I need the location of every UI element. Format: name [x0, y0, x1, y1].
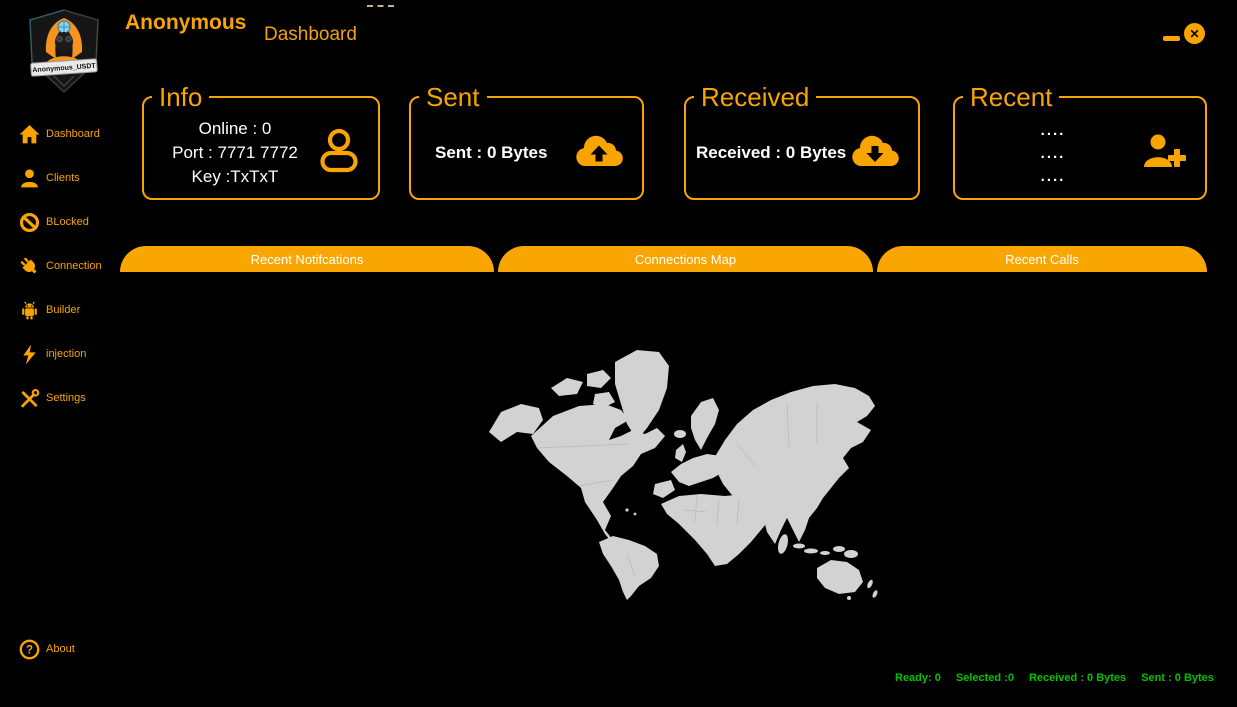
sent-value: Sent : 0 Bytes: [421, 143, 572, 163]
sidebar-item-label: injection: [46, 348, 86, 360]
sidebar-item-label: Builder: [46, 304, 80, 316]
block-icon: [18, 211, 40, 233]
received-card-legend: Received: [694, 84, 816, 110]
user-plus-icon: [1141, 132, 1189, 175]
plug-icon: [18, 255, 40, 277]
tab-recent-notifications[interactable]: Recent Notifcations: [120, 246, 494, 272]
sent-card: Sent Sent : 0 Bytes: [409, 84, 644, 200]
received-card: Received Received : 0 Bytes: [684, 84, 920, 200]
sidebar-item-dashboard[interactable]: Dashboard: [18, 122, 128, 146]
status-selected: Selected :0: [956, 672, 1014, 684]
sidebar-item-clients[interactable]: Clients: [18, 166, 128, 190]
home-icon: [18, 123, 40, 145]
status-sent: Sent : 0 Bytes: [1141, 672, 1214, 684]
recent-row: ....: [965, 142, 1141, 165]
app-logo: Anonymous_USDT: [18, 6, 110, 96]
info-card: Info Online : 0 Port : 7771 7772 Key :Tx…: [142, 84, 380, 200]
tab-connections-map[interactable]: Connections Map: [498, 246, 873, 272]
tools-icon: [18, 387, 40, 409]
online-count: Online : 0: [154, 117, 316, 141]
tab-indicator: [367, 5, 394, 7]
status-bar: Ready: 0 Selected :0 Received : 0 Bytes …: [895, 672, 1214, 684]
sidebar-item-label: BLocked: [46, 216, 89, 228]
sidebar-item-label: Connection: [46, 260, 102, 272]
cloud-download-icon: [848, 132, 902, 175]
sidebar-item-about[interactable]: ? About: [18, 637, 128, 661]
status-ready: Ready: 0: [895, 672, 941, 684]
port-value: Port : 7771 7772: [154, 141, 316, 165]
sidebar-item-settings[interactable]: Settings: [18, 386, 128, 410]
recent-row: ....: [965, 165, 1141, 188]
sidebar-item-builder[interactable]: Builder: [18, 298, 128, 322]
recent-card-legend: Recent: [963, 84, 1059, 110]
recent-row: ....: [965, 119, 1141, 142]
recent-card: Recent .... .... ....: [953, 84, 1207, 200]
status-received: Received : 0 Bytes: [1029, 672, 1126, 684]
svg-text:?: ?: [25, 644, 32, 656]
world-map: [487, 344, 879, 600]
sidebar-item-connection[interactable]: Connection: [18, 254, 128, 278]
sidebar-item-blocked[interactable]: BLocked: [18, 210, 128, 234]
sidebar-item-label: Dashboard: [46, 128, 100, 140]
tab-recent-calls[interactable]: Recent Calls: [877, 246, 1207, 272]
minimize-icon[interactable]: [1163, 36, 1180, 41]
sent-card-legend: Sent: [419, 84, 487, 110]
sidebar-item-label: Settings: [46, 392, 86, 404]
sidebar-item-label: Clients: [46, 172, 80, 184]
sidebar-item-label: About: [46, 643, 75, 655]
sidebar-item-injection[interactable]: injection: [18, 342, 128, 366]
app-window: Anonymous_USDT Anonymous Dashboard ✕ Das…: [0, 0, 1237, 707]
received-value: Received : 0 Bytes: [688, 143, 848, 163]
android-icon: [18, 299, 40, 321]
user-outline-icon: [316, 126, 362, 181]
question-icon: ?: [18, 638, 40, 660]
info-card-legend: Info: [152, 84, 209, 110]
app-title: Anonymous: [125, 11, 246, 35]
cloud-upload-icon: [572, 132, 626, 175]
close-icon[interactable]: ✕: [1184, 23, 1205, 44]
key-value: Key :TxTxT: [154, 165, 316, 189]
bolt-icon: [18, 343, 40, 365]
tab-dashboard[interactable]: Dashboard: [264, 24, 357, 46]
user-icon: [18, 167, 40, 189]
